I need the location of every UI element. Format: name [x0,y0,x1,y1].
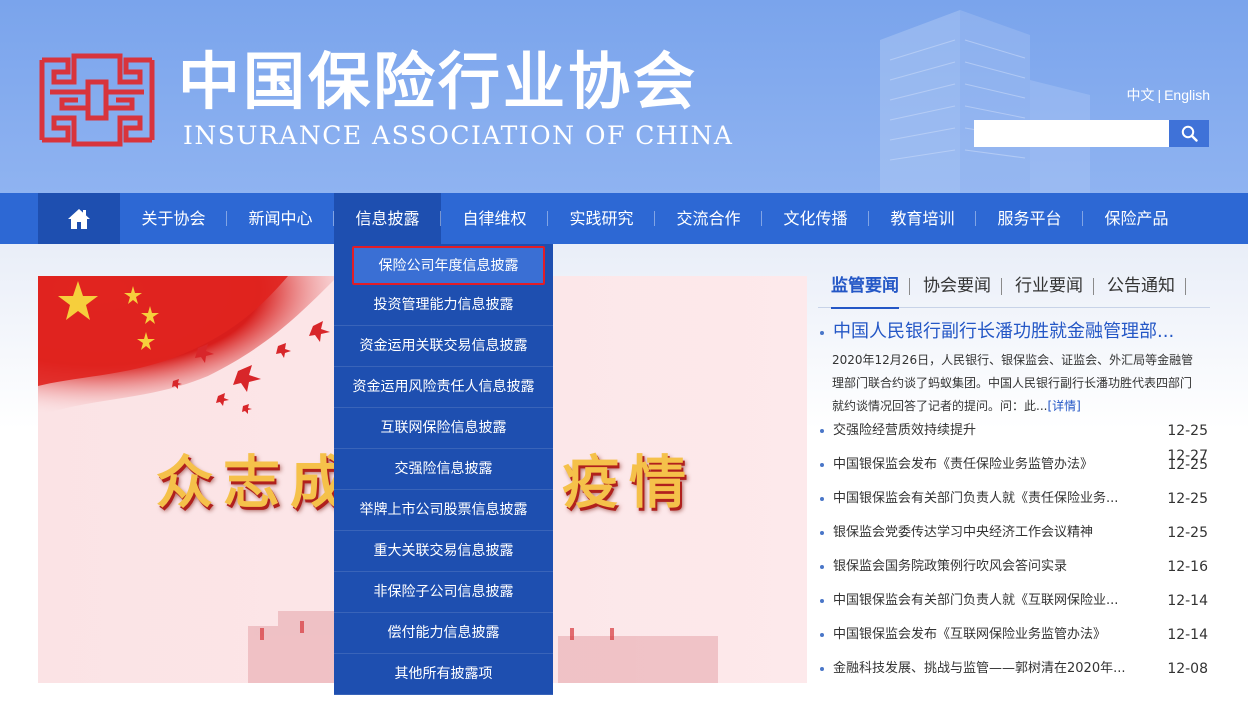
banner-slogan-right: 疫情 [562,450,696,516]
news-panel: 监管要闻 协会要闻 行业要闻 公告通知 中国人民银行副行长潘功胜就金融管理部..… [818,266,1210,696]
list-item[interactable]: 中国银保监会发布《互联网保险业务监管办法》 12-14 [820,618,1210,652]
list-item[interactable]: 中国银保监会有关部门负责人就《互联网保险业... 12-14 [820,584,1210,618]
dropdown-item[interactable]: 交强险信息披露 [334,449,553,490]
dropdown-item[interactable]: 其他所有披露项 [334,654,553,695]
list-item-date: 12-14 [1167,627,1208,643]
dropdown-item[interactable]: 重大关联交易信息披露 [334,531,553,572]
site-header: 中国保险行业协会 INSURANCE ASSOCIATION OF CHINA … [0,0,1248,193]
lang-english-link[interactable]: English [1164,87,1210,103]
nav-item-self-regulation[interactable]: 自律维权 [441,193,548,244]
site-title-english: INSURANCE ASSOCIATION OF CHINA [183,121,734,150]
list-item-date: 12-25 [1167,457,1208,473]
nav-item-about[interactable]: 关于协会 [120,193,227,244]
nav-item-culture[interactable]: 文化传播 [762,193,869,244]
news-list: 交强险经营质效持续提升 12-25 中国银保监会发布《责任保险业务监管办法》 12-… [820,414,1210,686]
nav-item-service[interactable]: 服务平台 [976,193,1083,244]
site-title-chinese: 中国保险行业协会 [178,45,699,118]
list-item-title: 中国银保监会发布《互联网保险业务监管办法》 [833,627,1107,642]
list-item[interactable]: 金融科技发展、挑战与监管——郭树清在2020年... 12-08 [820,652,1210,686]
tab-industry-news[interactable]: 行业要闻 [1002,266,1094,308]
tab-regulatory-news[interactable]: 监管要闻 [818,266,910,309]
bullet-icon [820,633,824,637]
list-item-title: 中国银保监会有关部门负责人就《互联网保险业... [833,593,1119,608]
dropdown-item[interactable]: 非保险子公司信息披露 [334,572,553,613]
bullet-icon [820,599,824,603]
bullet-icon [820,331,824,335]
list-item[interactable]: 银保监会国务院政策例行吹风会答问实录 12-16 [820,550,1210,584]
dropdown-item[interactable]: 投资管理能力信息披露 [334,285,553,326]
tab-association-news[interactable]: 协会要闻 [910,266,1002,308]
dropdown-item[interactable]: 互联网保险信息披露 [334,408,553,449]
search-icon [1181,125,1198,142]
bullet-icon [820,531,824,535]
nav-item-news-center[interactable]: 新闻中心 [227,193,334,244]
bullet-icon [820,667,824,671]
headline-title[interactable]: 中国人民银行副行长潘功胜就金融管理部... [820,320,1210,344]
lang-chinese-link[interactable]: 中文 [1126,87,1154,103]
main-nav: 关于协会 新闻中心 信息披露 自律维权 实践研究 交流合作 文化传播 教育培训 … [0,193,1248,244]
list-item-date: 12-25 [1167,525,1208,541]
headline-more-link[interactable]: [详情] [1047,399,1080,413]
list-item[interactable]: 中国银保监会发布《责任保险业务监管办法》 12-25 [820,448,1210,482]
nav-item-research[interactable]: 实践研究 [548,193,655,244]
list-item[interactable]: 交强险经营质效持续提升 12-25 [820,414,1210,448]
bullet-icon [820,497,824,501]
list-item[interactable]: 中国银保监会有关部门负责人就《责任保险业务... 12-25 [820,482,1210,516]
list-item-title: 中国银保监会有关部门负责人就《责任保险业务... [833,491,1119,506]
nav-list: 关于协会 新闻中心 信息披露 自律维权 实践研究 交流合作 文化传播 教育培训 … [120,193,1190,244]
lang-separator: | [1157,87,1162,103]
nav-item-exchange[interactable]: 交流合作 [655,193,762,244]
dropdown-item[interactable]: 资金运用风险责任人信息披露 [334,367,553,408]
bullet-icon [820,463,824,467]
home-icon [68,208,90,229]
list-item-title: 交强险经营质效持续提升 [833,423,977,438]
disclosure-dropdown-menu: 保险公司年度信息披露 投资管理能力信息披露 资金运用关联交易信息披露 资金运用风… [334,244,553,695]
bullet-icon [820,565,824,569]
headline-summary-text: 2020年12月26日，人民银行、银保监会、证监会、外汇局等金融管理部门联合约谈… [832,353,1194,413]
list-item-date: 12-14 [1167,593,1208,609]
building-decoration [880,10,1090,193]
headline-summary: 2020年12月26日，人民银行、银保监会、证监会、外汇局等金融管理部门联合约谈… [820,349,1198,418]
dropdown-item-annual-disclosure[interactable]: 保险公司年度信息披露 [352,246,545,285]
headline-title-text: 中国人民银行副行长潘功胜就金融管理部... [833,321,1175,342]
list-item-date: 12-16 [1167,559,1208,575]
list-item-title: 中国银保监会发布《责任保险业务监管办法》 [833,457,1094,472]
dropdown-list: 投资管理能力信息披露 资金运用关联交易信息披露 资金运用风险责任人信息披露 互联… [334,285,553,695]
dropdown-item[interactable]: 偿付能力信息披露 [334,613,553,654]
nav-item-disclosure[interactable]: 信息披露 [334,193,441,244]
nav-item-education[interactable]: 教育培训 [869,193,976,244]
nav-item-products[interactable]: 保险产品 [1083,193,1190,244]
bullet-icon [820,429,824,433]
list-item-date: 12-25 [1167,491,1208,507]
banner-slogan-left: 众志成 [156,450,357,516]
iac-logo-icon [39,53,155,147]
list-item-date: 12-08 [1167,661,1208,677]
list-item-title: 金融科技发展、挑战与监管——郭树清在2020年... [833,661,1126,676]
list-item-date: 12-25 [1167,423,1208,439]
dropdown-item[interactable]: 资金运用关联交易信息披露 [334,326,553,367]
news-tabs: 监管要闻 协会要闻 行业要闻 公告通知 [818,266,1210,309]
language-switch: 中文 | English [1100,85,1210,105]
search-input[interactable] [974,120,1169,147]
search-button[interactable] [1169,120,1209,147]
list-item-title: 银保监会党委传达学习中央经济工作会议精神 [833,525,1094,540]
dropdown-item[interactable]: 举牌上市公司股票信息披露 [334,490,553,531]
nav-home-button[interactable] [38,193,120,244]
list-item-title: 银保监会国务院政策例行吹风会答问实录 [833,559,1068,574]
headline-news: 中国人民银行副行长潘功胜就金融管理部... 2020年12月26日，人民银行、银… [820,320,1210,464]
list-item[interactable]: 银保监会党委传达学习中央经济工作会议精神 12-25 [820,516,1210,550]
tab-announcements[interactable]: 公告通知 [1094,266,1186,308]
